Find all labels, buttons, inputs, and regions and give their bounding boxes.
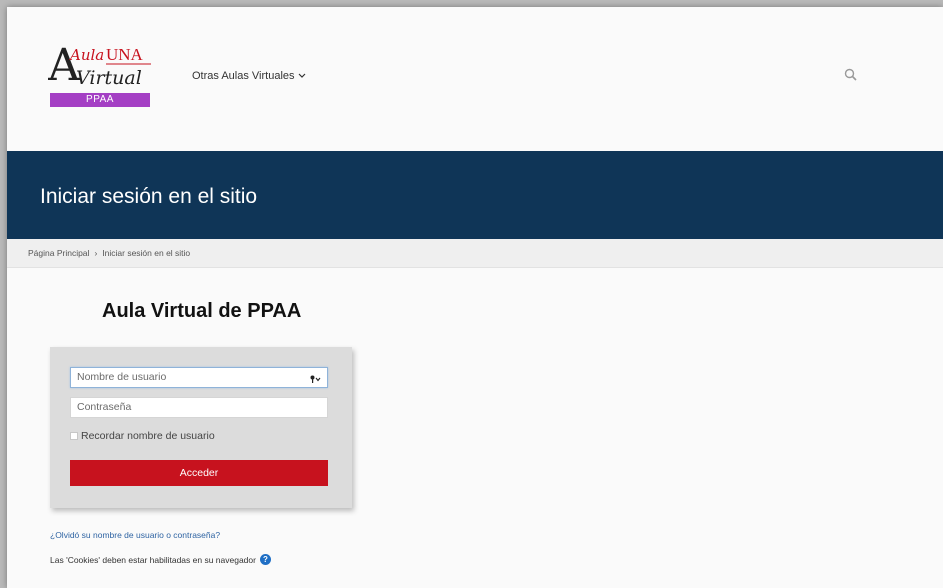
- login-form: Nombre de usuario Contraseña Recordar no…: [50, 347, 352, 508]
- help-icon[interactable]: ?: [259, 554, 271, 565]
- password-field[interactable]: Contraseña: [70, 397, 328, 418]
- forgot-credentials-link[interactable]: ¿Olvidó su nombre de usuario o contraseñ…: [50, 530, 220, 540]
- remember-username[interactable]: Recordar nombre de usuario: [70, 430, 215, 442]
- page-header-banner: Iniciar sesión en el sitio: [7, 151, 943, 239]
- site-title: Aula Virtual de PPAA: [102, 300, 302, 322]
- logo-virtual-text: Virtual: [76, 67, 142, 89]
- password-manager-key-icon[interactable]: [310, 372, 322, 391]
- navbar: A Aula UNA Virtual PPAA Otras Aulas Virt…: [7, 7, 943, 151]
- logo-una-text: UNA: [106, 45, 144, 64]
- site-logo[interactable]: A Aula UNA Virtual PPAA: [48, 40, 152, 108]
- remember-username-label: Recordar nombre de usuario: [81, 430, 215, 442]
- password-placeholder: Contraseña: [77, 401, 132, 413]
- breadcrumb-home-link[interactable]: Página Principal: [28, 248, 89, 258]
- page-title: Iniciar sesión en el sitio: [40, 185, 258, 208]
- breadcrumb-separator: ›: [94, 248, 98, 258]
- breadcrumb: Página Principal › Iniciar sesión en el …: [28, 248, 190, 258]
- login-button[interactable]: Acceder: [70, 460, 328, 486]
- other-classrooms-menu[interactable]: Otras Aulas Virtuales: [192, 70, 306, 82]
- username-field[interactable]: Nombre de usuario: [70, 367, 328, 388]
- logo-aula-text: Aula: [68, 46, 104, 64]
- browser-page: A Aula UNA Virtual PPAA Otras Aulas Virt…: [7, 7, 943, 588]
- chevron-down-icon: [298, 71, 306, 81]
- breadcrumb-bar: Página Principal › Iniciar sesión en el …: [7, 239, 943, 268]
- username-placeholder: Nombre de usuario: [77, 371, 167, 383]
- breadcrumb-current: Iniciar sesión en el sitio: [102, 248, 191, 258]
- other-classrooms-label: Otras Aulas Virtuales: [192, 70, 295, 82]
- remember-username-checkbox[interactable]: [70, 432, 78, 440]
- logo-badge: PPAA: [50, 93, 150, 107]
- cookies-notice-text: Las 'Cookies' deben estar habilitadas en…: [50, 554, 256, 565]
- logo-graphic: A Aula UNA Virtual: [48, 40, 151, 91]
- search-icon[interactable]: [844, 68, 860, 84]
- cookies-notice: Las 'Cookies' deben estar habilitadas en…: [50, 554, 271, 565]
